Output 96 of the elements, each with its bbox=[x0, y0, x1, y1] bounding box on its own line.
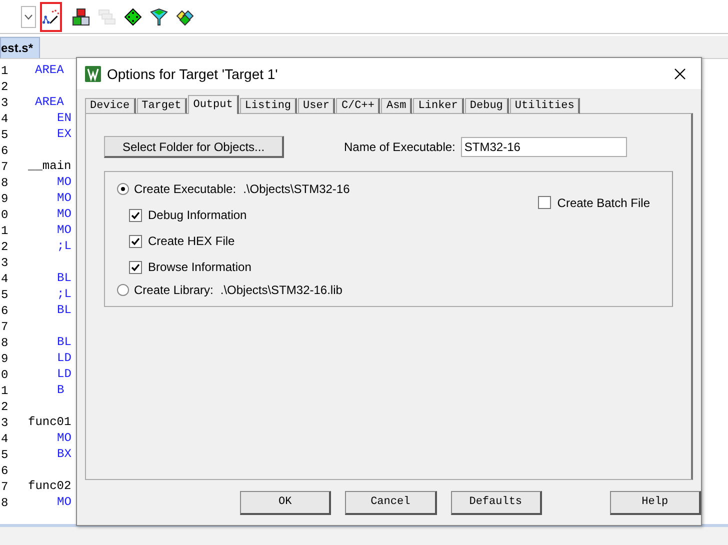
dialog-button[interactable]: Defaults bbox=[450, 490, 542, 514]
checkbox[interactable] bbox=[129, 208, 142, 222]
tab[interactable]: Device bbox=[85, 98, 136, 114]
code-text: __main bbox=[27, 159, 72, 175]
code-text: BL bbox=[56, 303, 72, 319]
app-logo-icon bbox=[85, 66, 101, 82]
tab[interactable]: Asm bbox=[381, 98, 412, 114]
line-number: 2 bbox=[0, 239, 10, 255]
line-number: 1 bbox=[0, 63, 10, 79]
code-text: MO bbox=[56, 495, 72, 511]
code-text: ;L bbox=[56, 239, 72, 255]
line-number: 7 bbox=[0, 319, 10, 335]
checkbox[interactable] bbox=[129, 260, 142, 274]
code-text: LD bbox=[56, 367, 72, 383]
select-folder-button[interactable]: Select Folder for Objects... bbox=[104, 136, 284, 158]
tab[interactable]: Output bbox=[188, 95, 239, 114]
line-number: 4 bbox=[0, 431, 10, 447]
line-number: 6 bbox=[0, 143, 10, 159]
line-number: 9 bbox=[0, 191, 10, 207]
code-text: AREA bbox=[34, 63, 64, 79]
checkbox-label: Browse Information bbox=[148, 260, 252, 274]
code-text: AREA bbox=[34, 95, 64, 111]
line-number: 4 bbox=[0, 271, 10, 287]
tab[interactable]: Listing bbox=[240, 98, 298, 114]
diamond-icon bbox=[124, 8, 142, 26]
dropdown-button[interactable] bbox=[21, 6, 36, 28]
code-text: BL bbox=[56, 335, 72, 351]
code-text: func01 bbox=[27, 415, 72, 431]
code-text: MO bbox=[56, 207, 72, 223]
line-number: 1 bbox=[0, 223, 10, 239]
line-number: 6 bbox=[0, 303, 10, 319]
line-number: 5 bbox=[0, 287, 10, 303]
dialog-button[interactable]: Cancel bbox=[345, 490, 436, 514]
line-number: 5 bbox=[0, 447, 10, 463]
line-number: 3 bbox=[0, 255, 10, 271]
code-text: ;L bbox=[56, 287, 72, 303]
line-number: 8 bbox=[0, 335, 10, 351]
tab[interactable]: User bbox=[298, 98, 336, 114]
toolbar-button[interactable] bbox=[40, 2, 62, 32]
blocks-icon bbox=[72, 8, 90, 26]
checkbox[interactable] bbox=[129, 234, 142, 248]
executable-name-field[interactable]: STM32-16 bbox=[461, 137, 628, 157]
code-text: MO bbox=[56, 431, 72, 447]
checkbox-label: Create HEX File bbox=[148, 234, 235, 248]
line-number: 2 bbox=[0, 399, 10, 415]
file-tab[interactable]: est.s* bbox=[0, 37, 40, 58]
line-number: 9 bbox=[0, 351, 10, 367]
close-icon bbox=[674, 68, 686, 80]
line-number: 7 bbox=[0, 159, 10, 175]
checkmark-icon bbox=[131, 210, 140, 220]
checkbox-label: Debug Information bbox=[148, 208, 247, 222]
line-number: 2 bbox=[0, 79, 10, 95]
code-text: func02 bbox=[27, 479, 72, 495]
path-text: .\Objects\STM32-16 bbox=[243, 182, 350, 196]
dialog-title: Options for Target 'Target 1' bbox=[107, 66, 279, 82]
checkmark-icon bbox=[131, 262, 140, 272]
line-number: 3 bbox=[0, 95, 10, 111]
tab[interactable]: Target bbox=[136, 98, 188, 114]
line-number: 6 bbox=[0, 463, 10, 479]
funnel-icon bbox=[150, 8, 168, 26]
code-text: BL bbox=[56, 271, 72, 287]
line-number: 1 bbox=[0, 383, 10, 399]
line-number: 0 bbox=[0, 207, 10, 223]
code-text: MO bbox=[56, 191, 72, 207]
checkmark-icon bbox=[131, 236, 140, 246]
code-text: BX bbox=[56, 447, 72, 463]
line-number: 8 bbox=[0, 175, 10, 191]
code-text: B bbox=[56, 383, 64, 399]
tab[interactable]: Utilities bbox=[510, 98, 580, 114]
chevron-down-icon bbox=[24, 14, 33, 20]
path-text: .\Objects\STM32-16.lib bbox=[220, 283, 342, 297]
tab[interactable]: Debug bbox=[464, 98, 509, 114]
line-number: 3 bbox=[0, 415, 10, 431]
dialog-button[interactable]: Help bbox=[610, 490, 701, 514]
checkbox[interactable] bbox=[538, 196, 552, 209]
radio-button[interactable] bbox=[117, 284, 129, 296]
line-number: 0 bbox=[0, 367, 10, 383]
line-number: 4 bbox=[0, 111, 10, 127]
tab[interactable]: C/C++ bbox=[336, 98, 380, 114]
radio-label: Create Library: bbox=[134, 283, 214, 297]
code-text: MO bbox=[56, 175, 72, 191]
line-number: 5 bbox=[0, 127, 10, 143]
code-text: LD bbox=[56, 351, 72, 367]
radio-button[interactable] bbox=[117, 183, 129, 195]
diamonds-icon bbox=[176, 8, 194, 26]
radio-label: Create Executable: bbox=[134, 182, 236, 196]
dialog-button[interactable]: OK bbox=[240, 490, 332, 514]
code-text: MO bbox=[56, 223, 72, 239]
tab[interactable]: Linker bbox=[413, 98, 464, 114]
line-number: 7 bbox=[0, 479, 10, 495]
windows-icon bbox=[98, 8, 116, 24]
checkbox-label: Create Batch File bbox=[557, 196, 650, 210]
code-text: EN bbox=[56, 111, 72, 127]
executable-name-label: Name of Executable: bbox=[344, 140, 456, 154]
line-number: 8 bbox=[0, 495, 10, 511]
code-text: EX bbox=[56, 127, 72, 143]
